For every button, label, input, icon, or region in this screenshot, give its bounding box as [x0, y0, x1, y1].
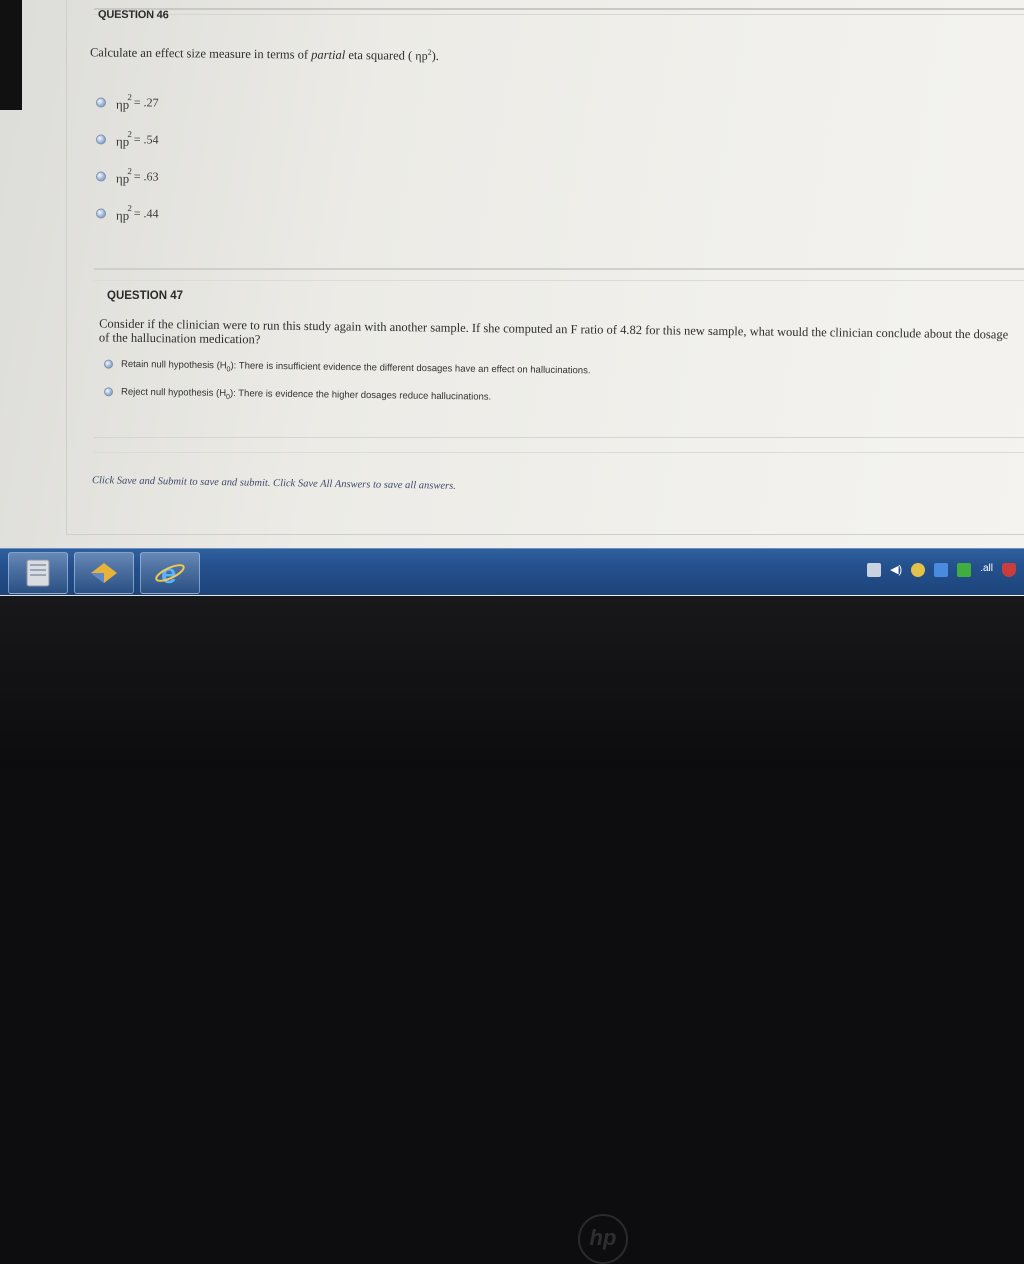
network-icon[interactable] [911, 563, 926, 577]
radio-button[interactable] [95, 171, 107, 182]
answer-option[interactable]: ηp2 = .44 [95, 203, 159, 223]
volume-icon[interactable]: ◀) [890, 563, 902, 577]
radio-button[interactable] [95, 134, 107, 145]
svg-text:e: e [161, 558, 177, 588]
option-text: Reject null hypothesis (H [120, 386, 227, 400]
question-46-prompt: Calculate an effect size measure in term… [90, 44, 439, 64]
divider [94, 280, 1024, 281]
answer-option[interactable]: ηp2 = .54 [95, 129, 159, 149]
answer-option-reject[interactable]: Reject null hypothesis (H0): There is ev… [103, 386, 492, 404]
prompt-text: Calculate an effect size measure in term… [89, 45, 312, 62]
file-manager-icon [26, 559, 50, 587]
monitor-bezel: hp [0, 596, 1024, 1264]
divider [94, 452, 1024, 453]
radio-button[interactable] [103, 359, 114, 369]
hp-logo: hp [578, 1214, 628, 1264]
taskbar: e ◀) .all [0, 548, 1024, 595]
divider [94, 437, 1024, 438]
security-icon[interactable] [1002, 563, 1016, 577]
radio-button[interactable] [95, 208, 107, 219]
screen: QUESTION 46 Calculate an effect size mea… [0, 0, 1024, 596]
superscript: 2 [127, 203, 132, 214]
app-icon[interactable] [957, 563, 972, 577]
option-value: = .27 [133, 95, 159, 110]
action-center-icon[interactable] [867, 563, 882, 577]
answer-option[interactable]: ηp2 = .27 [95, 92, 159, 112]
content-border-bottom [66, 534, 1024, 535]
superscript: 2 [127, 129, 132, 140]
option-value: = .44 [133, 206, 159, 221]
prompt-italic: partial [311, 47, 346, 63]
app-icon[interactable] [934, 563, 949, 577]
divider [94, 268, 1024, 270]
option-text: Retain null hypothesis (H [120, 358, 227, 372]
option-value: = .54 [133, 132, 159, 147]
taskbar-button-internet-explorer[interactable]: e [140, 552, 200, 594]
question-47-header: QUESTION 47 [107, 290, 184, 302]
divider [94, 8, 1024, 10]
taskbar-button-media[interactable] [74, 552, 134, 594]
radio-button[interactable] [103, 387, 114, 397]
bezel-edge [0, 0, 22, 110]
answer-option-retain[interactable]: Retain null hypothesis (H0): There is in… [103, 358, 591, 379]
radio-button[interactable] [95, 97, 107, 108]
option-text: ): There is insufficient evidence the di… [230, 360, 591, 377]
superscript: 2 [127, 92, 132, 103]
content-border [66, 0, 67, 535]
prompt-text: ). [431, 48, 440, 63]
taskbar-button-file-manager[interactable] [8, 552, 68, 594]
question-46-header: QUESTION 46 [97, 8, 169, 22]
divider [94, 14, 1024, 15]
option-value: = .63 [133, 169, 159, 184]
answer-option[interactable]: ηp2 = .63 [95, 166, 159, 186]
media-icon [91, 563, 117, 583]
question-47-prompt: Consider if the clinician were to run th… [98, 316, 1009, 347]
internet-explorer-icon: e [155, 558, 185, 588]
signal-icon[interactable]: .all [980, 563, 993, 577]
save-instructions: Click Save and Submit to save and submit… [91, 475, 456, 492]
eta-symbol: ηp [415, 48, 428, 63]
prompt-text: eta squared ( [345, 48, 413, 63]
option-text: ): There is evidence the higher dosages … [229, 388, 492, 403]
system-tray: ◀) .all [867, 563, 1016, 577]
superscript: 2 [127, 166, 132, 177]
